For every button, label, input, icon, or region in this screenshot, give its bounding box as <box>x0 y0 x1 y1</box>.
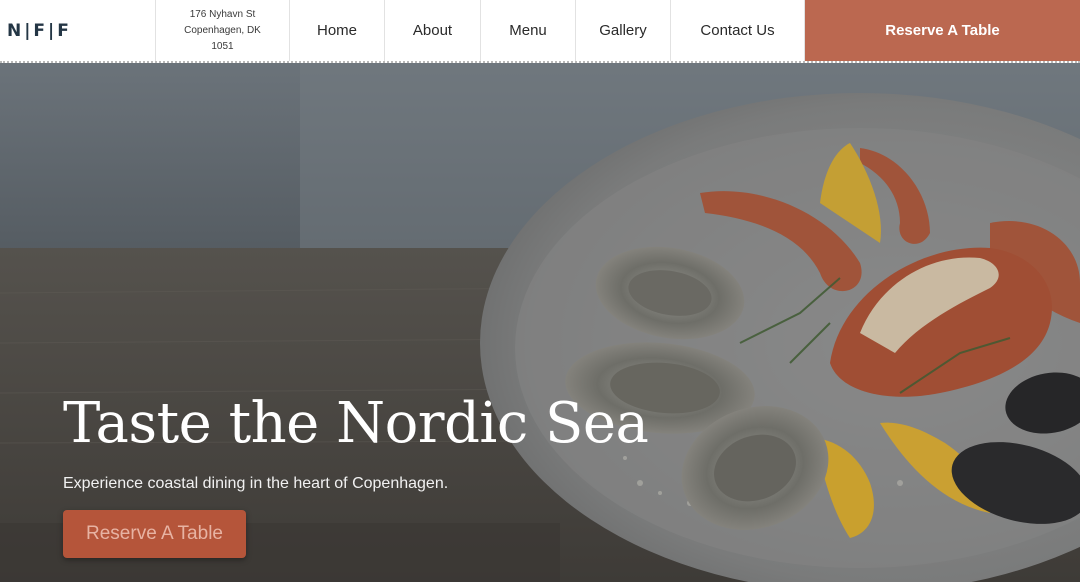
address-block: 176 Nyhavn St Copenhagen, DK 1051 <box>156 0 290 61</box>
address-postcode: 1051 <box>211 40 234 52</box>
nav-menu[interactable]: Menu <box>481 0 576 61</box>
seafood-platter-image <box>0 63 1080 582</box>
main-nav: Home About Menu Gallery Contact Us <box>290 0 805 61</box>
site-header: N|F|F 176 Nyhavn St Copenhagen, DK 1051 … <box>0 0 1080 63</box>
hero-section: Taste the Nordic Sea Experience coastal … <box>0 63 1080 582</box>
nav-about[interactable]: About <box>385 0 481 61</box>
hero-reserve-button[interactable]: Reserve A Table <box>63 510 246 558</box>
address-city: Copenhagen, DK <box>184 24 261 36</box>
nav-gallery[interactable]: Gallery <box>576 0 671 61</box>
brand-logo[interactable]: N|F|F <box>0 0 156 61</box>
header-reserve-button[interactable]: Reserve A Table <box>805 0 1080 61</box>
nav-home[interactable]: Home <box>290 0 385 61</box>
nav-contact-us[interactable]: Contact Us <box>671 0 805 61</box>
address-street: 176 Nyhavn St <box>189 8 256 20</box>
hero-subtitle: Experience coastal dining in the heart o… <box>63 475 449 492</box>
hero-title: Taste the Nordic Sea <box>63 391 649 456</box>
